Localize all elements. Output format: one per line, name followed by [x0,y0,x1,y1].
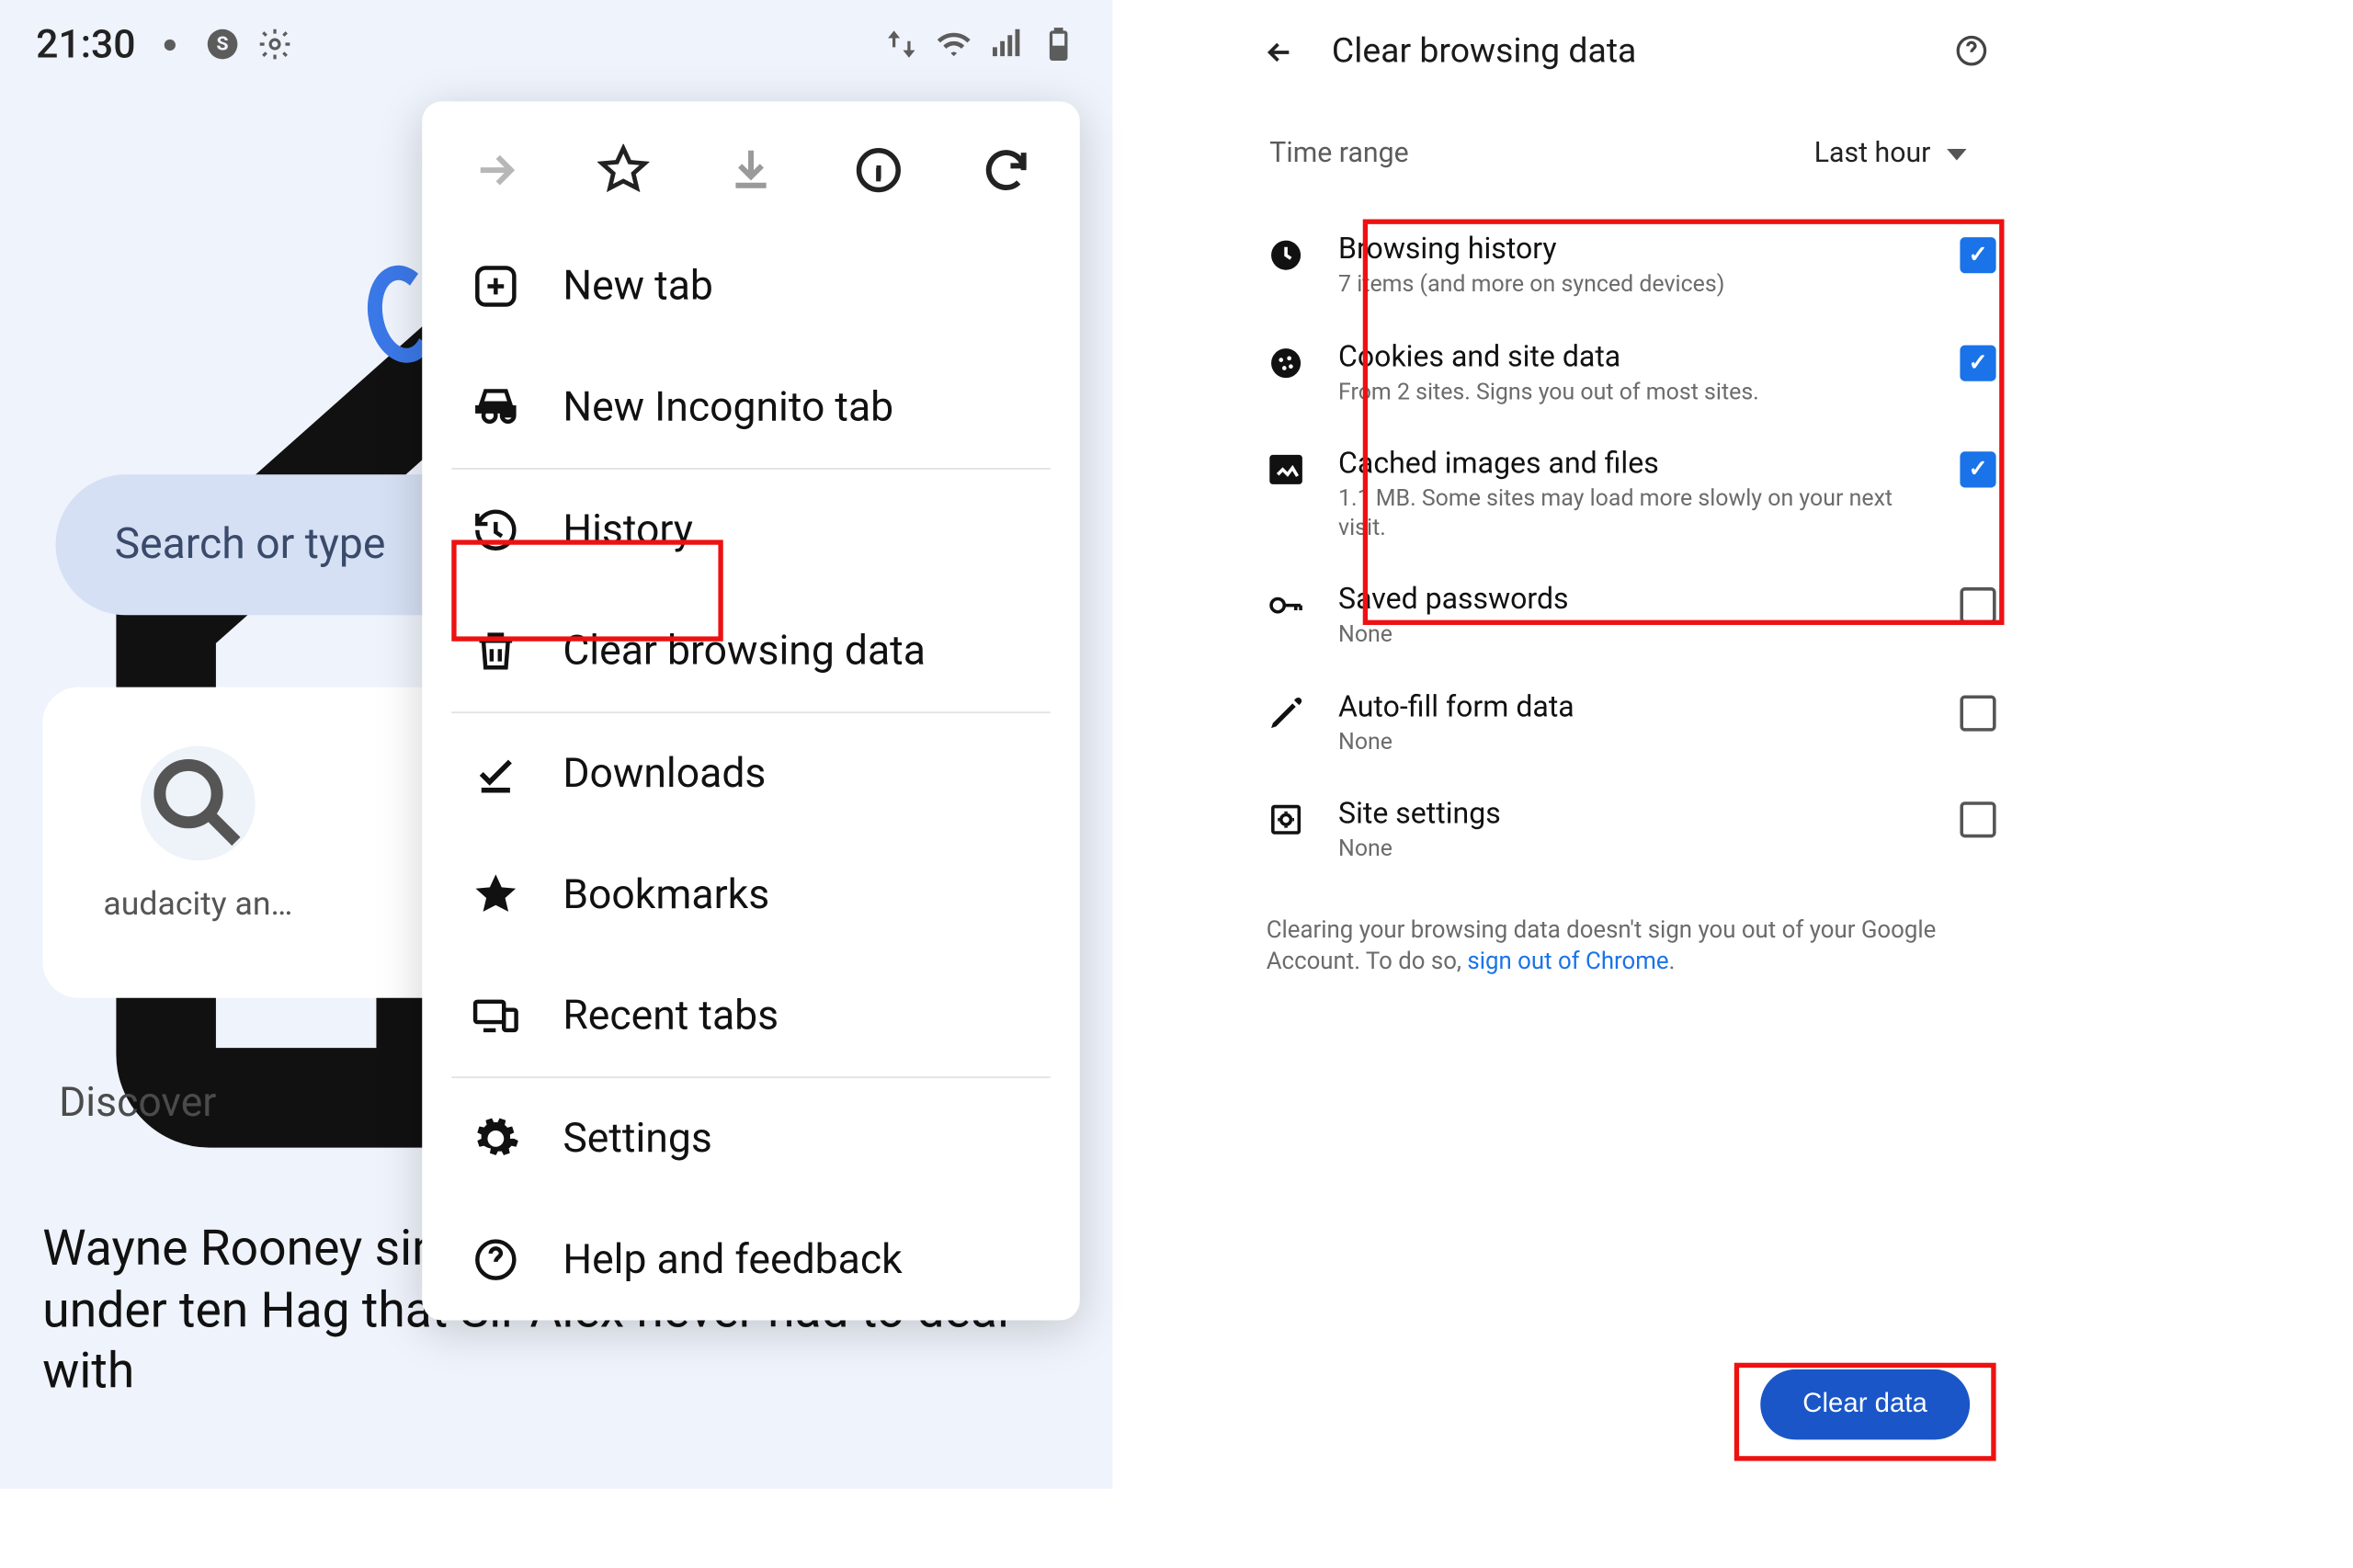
menu-label: Clear browsing data [563,628,926,676]
menu-label: Bookmarks [563,871,769,919]
option-title: Cached images and files [1338,447,1927,481]
option-subtitle: 7 items (and more on synced devices) [1338,271,1927,300]
reload-icon[interactable] [980,144,1032,197]
menu-history[interactable]: History [422,470,1080,591]
status-bar: 21:30 ● S [0,0,1112,78]
option-subtitle: None [1338,621,1927,650]
devices-icon [472,992,520,1040]
pencil-icon [1267,693,1306,733]
menu-label: New Incognito tab [563,383,893,431]
star-filled-icon [472,870,520,919]
menu-label: Recent tabs [563,993,779,1040]
menu-new-tab[interactable]: New tab [422,226,1080,347]
option-autofill[interactable]: Auto-fill form data None [1244,670,2013,778]
checkbox[interactable] [1960,237,1995,273]
menu-toolbar [422,118,1080,225]
menu-label: Settings [563,1115,712,1163]
chat-bubble-icon: ● [152,26,188,62]
menu-label: Help and feedback [563,1236,902,1284]
search-icon [141,746,256,861]
signout-note: Clearing your browsing data doesn't sign… [1244,891,2013,1000]
menu-clear-data[interactable]: Clear browsing data [422,591,1080,712]
menu-recent-tabs[interactable]: Recent tabs [422,956,1080,1077]
option-title: Saved passwords [1338,583,1927,617]
option-site-settings[interactable]: Site settings None [1244,778,2013,885]
note-suffix: . [1669,948,1676,975]
forward-icon[interactable] [470,144,522,197]
clock-filled-icon [1267,235,1306,275]
checkbox[interactable] [1960,451,1995,487]
menu-help[interactable]: Help and feedback [422,1199,1080,1321]
caret-down-icon [1947,148,1966,159]
wifi-icon [936,26,972,62]
signout-link[interactable]: sign out of Chrome [1467,948,1668,975]
search-placeholder: Search or type [115,520,386,569]
menu-downloads[interactable]: Downloads [422,713,1080,835]
menu-bookmarks[interactable]: Bookmarks [422,835,1080,956]
option-subtitle: 1.1 MB. Some sites may load more slowly … [1338,486,1927,543]
option-cached[interactable]: Cached images and files 1.1 MB. Some site… [1244,427,2013,563]
plus-square-icon [472,262,520,311]
status-clock: 21:30 [36,21,135,67]
phone-screen-clear-data: Clear browsing data Time range Last hour… [1244,0,2013,1489]
page-title: Clear browsing data [1332,33,1636,73]
help-icon[interactable] [1953,33,1989,69]
checklist-icon [472,749,520,798]
option-cookies[interactable]: Cookies and site data From 2 sites. Signs… [1244,320,2013,427]
discover-heading: Discover [59,1080,216,1128]
time-range-row[interactable]: Time range Last hour [1244,88,2013,206]
battery-icon [1040,26,1076,62]
option-subtitle: None [1338,836,1927,865]
option-title: Auto-fill form data [1338,689,1927,723]
signal-icon [988,26,1024,62]
clear-data-button[interactable]: Clear data [1760,1369,1970,1440]
gear-small-icon [256,26,292,62]
skype-icon: S [204,26,240,62]
time-range-value: Last hour [1814,138,1931,171]
chrome-overflow-menu: New tab New Incognito tab History Clear … [422,101,1080,1320]
suggestion-item[interactable]: audacity an… [92,746,304,923]
data-arrows-icon [883,26,919,62]
option-subtitle: None [1338,729,1927,757]
suggestion-label: audacity an… [103,883,292,923]
option-browsing-history[interactable]: Browsing history 7 items (and more on syn… [1244,212,2013,320]
incognito-icon [472,383,520,432]
option-passwords[interactable]: Saved passwords None [1244,562,2013,670]
option-title: Browsing history [1338,233,1927,267]
trash-icon [472,627,520,676]
key-icon [1267,585,1306,625]
download-icon[interactable] [725,144,778,197]
back-arrow-icon[interactable] [1263,36,1296,69]
clear-data-options: Browsing history 7 items (and more on syn… [1244,206,2013,891]
phone-screen-menu: 21:30 ● S Search or type audacity an… [0,0,1112,1489]
option-title: Cookies and site data [1338,339,1927,373]
checkbox[interactable] [1960,695,1995,731]
menu-label: History [563,506,693,554]
menu-label: Downloads [563,750,766,798]
history-icon [472,506,520,554]
svg-text:S: S [216,33,228,56]
star-outline-icon[interactable] [597,144,650,197]
clear-data-header: Clear browsing data [1244,0,2013,88]
menu-label: New tab [563,263,713,311]
menu-settings[interactable]: Settings [422,1078,1080,1199]
option-subtitle: From 2 sites. Signs you out of most site… [1338,379,1927,407]
checkbox[interactable] [1960,587,1995,623]
settings-box-icon [1267,800,1306,839]
menu-incognito[interactable]: New Incognito tab [422,347,1080,468]
help-icon [472,1235,520,1284]
checkbox[interactable] [1960,801,1995,837]
option-title: Site settings [1338,797,1927,831]
gear-icon [472,1114,520,1163]
image-icon [1267,450,1306,490]
time-range-label: Time range [1269,138,1408,171]
cookie-icon [1267,343,1306,382]
info-icon[interactable] [852,144,904,197]
checkbox[interactable] [1960,345,1995,381]
